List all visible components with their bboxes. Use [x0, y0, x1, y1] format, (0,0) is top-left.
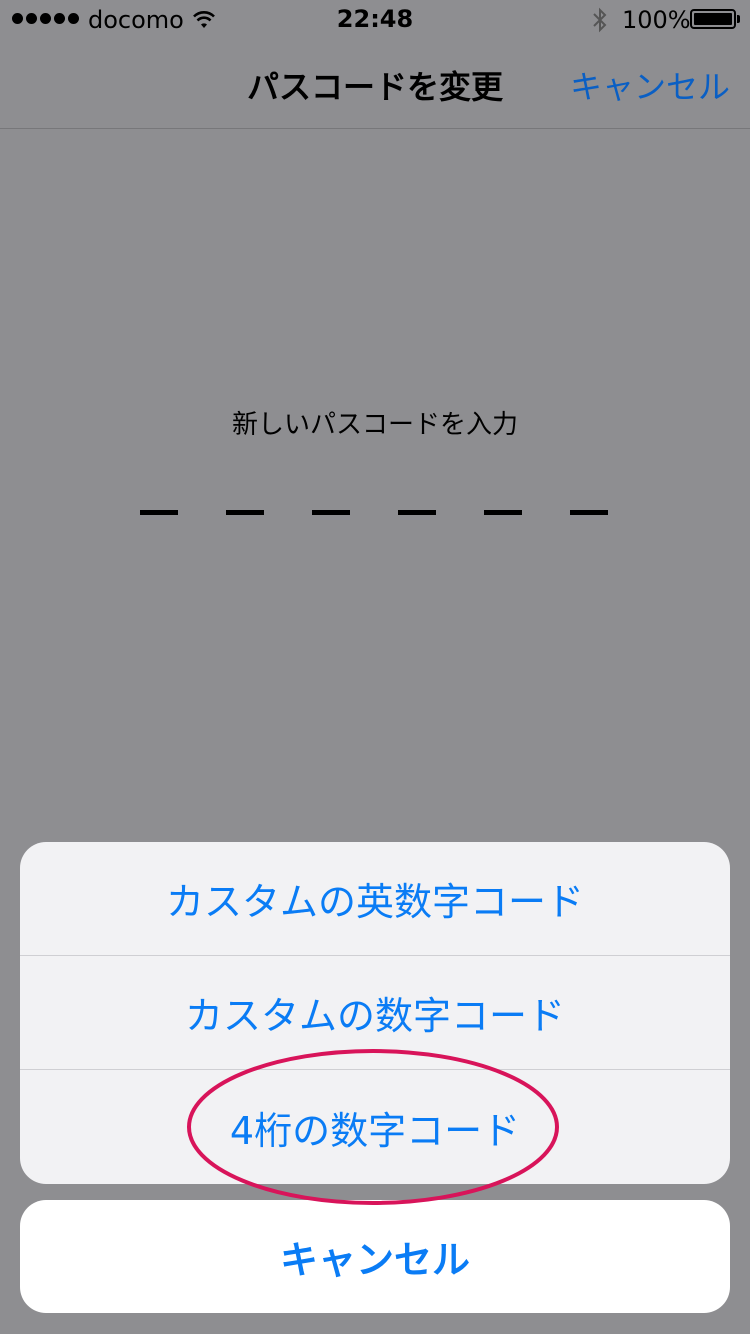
nav-cancel-button[interactable]: キャンセル	[570, 62, 730, 108]
option-4-digit-numeric-button[interactable]: 4桁の数字コード	[20, 1070, 730, 1184]
battery-icon	[690, 9, 736, 29]
option-custom-alphanumeric-button[interactable]: カスタムの英数字コード	[20, 842, 730, 955]
battery-nub	[737, 15, 740, 23]
nav-divider	[0, 128, 750, 129]
passcode-digit-slot	[226, 510, 264, 515]
battery-percent: 100%	[622, 6, 691, 34]
passcode-digit-slots	[140, 510, 608, 515]
passcode-digit-slot	[312, 510, 350, 515]
passcode-digit-slot	[398, 510, 436, 515]
option-custom-numeric-button[interactable]: カスタムの数字コード	[20, 956, 730, 1069]
action-sheet-options: カスタムの英数字コード カスタムの数字コード 4桁の数字コード	[20, 842, 730, 1184]
status-bar: docomo 22:48 100%	[0, 0, 750, 40]
passcode-digit-slot	[570, 510, 608, 515]
passcode-digit-slot	[140, 510, 178, 515]
action-sheet-cancel-button[interactable]: キャンセル	[20, 1200, 730, 1313]
bluetooth-icon	[592, 7, 608, 39]
passcode-digit-slot	[484, 510, 522, 515]
passcode-prompt: 新しいパスコードを入力	[231, 410, 518, 440]
